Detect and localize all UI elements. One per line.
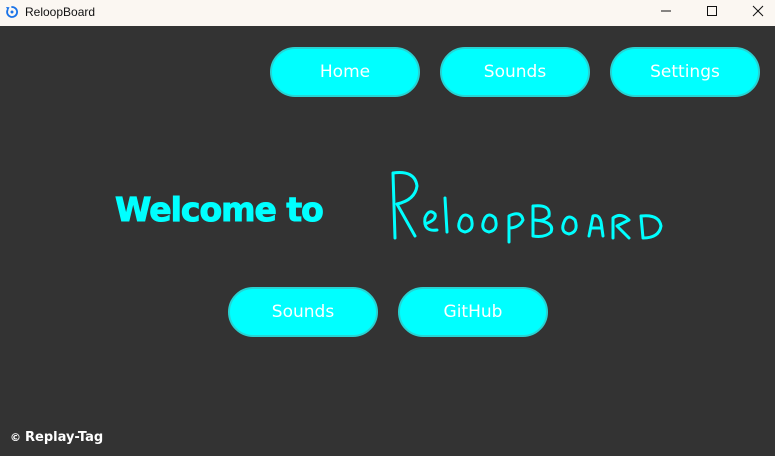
maximize-button[interactable] — [689, 0, 735, 26]
minimize-icon — [660, 4, 672, 22]
footer-credit: © Replay-Tag — [10, 430, 103, 445]
window-title: ReloopBoard — [25, 5, 96, 19]
maximize-icon — [706, 4, 718, 22]
close-button[interactable] — [735, 0, 775, 26]
close-icon — [752, 4, 764, 22]
app-window: ReloopBoard Home Sounds Settings Welcome… — [0, 0, 775, 456]
nav-settings-button[interactable]: Settings — [610, 47, 760, 97]
sounds-button[interactable]: Sounds — [228, 287, 378, 337]
title-bar: ReloopBoard — [0, 0, 775, 26]
brand-logo — [385, 168, 675, 248]
author-name: Replay-Tag — [25, 430, 104, 445]
minimize-button[interactable] — [643, 0, 689, 26]
nav-home-button[interactable]: Home — [270, 47, 420, 97]
nav-sounds-button[interactable]: Sounds — [440, 47, 590, 97]
reloop-icon — [5, 5, 19, 19]
copyright-icon: © — [10, 431, 21, 444]
welcome-heading: Welcome to — [115, 190, 325, 230]
github-button[interactable]: GitHub — [398, 287, 548, 337]
